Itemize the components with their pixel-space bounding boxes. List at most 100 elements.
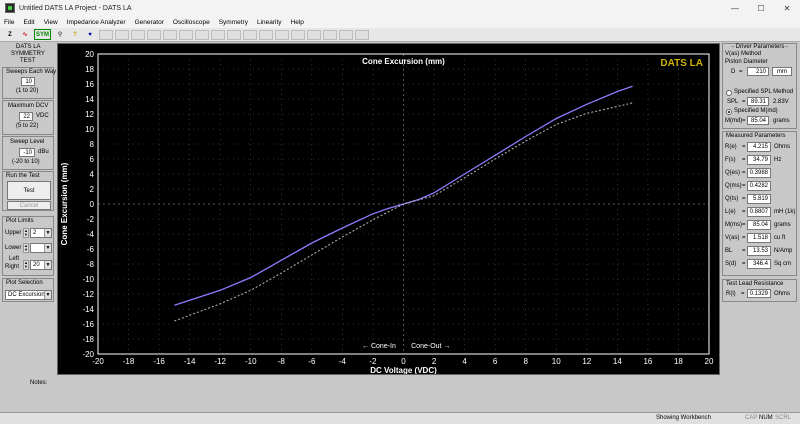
context-help-icon[interactable]: ♥ — [84, 29, 96, 40]
plot-selection-select[interactable]: DC Excursion ▼ — [5, 290, 52, 300]
disabled-tool-icon — [131, 29, 146, 40]
lower-spinner[interactable]: ▲ ▼ — [23, 243, 29, 253]
param-value[interactable]: 13.53 — [747, 246, 771, 256]
x-tick-label: -20 — [92, 357, 104, 366]
chart-title: Cone Excursion (mm) — [362, 57, 445, 66]
leftright-select[interactable]: 20 ▼ — [30, 260, 52, 270]
upper-spinner[interactable]: ▲ ▼ — [23, 228, 29, 238]
x-tick-label: -10 — [245, 357, 257, 366]
x-tick-label: 20 — [705, 357, 714, 366]
param-value[interactable]: 34.79 — [747, 155, 771, 165]
chevron-down-icon[interactable]: ▼ — [44, 261, 51, 269]
x-axis-label: DC Voltage (VDC) — [370, 366, 437, 374]
mmd-method-radio[interactable] — [726, 109, 732, 115]
mmd-method-label: Specified M(md) — [734, 108, 778, 114]
right-label: Right — [5, 264, 20, 270]
help-icon[interactable]: ? — [69, 29, 81, 40]
param-unit: mH (1k) — [774, 209, 796, 215]
param-name: S(d) — [725, 261, 737, 267]
x-tick-label: -8 — [278, 357, 286, 366]
driver-params-group: - Driver Parameters - V(as) Method Pisto… — [722, 43, 797, 129]
menu-symmetry[interactable]: Symmetry — [219, 19, 248, 26]
plot-limits-group: Plot Limits Upper ▲ ▼ 2 ▼ Lower ▲ ▼ ▼ Left… — [2, 216, 54, 276]
y-tick-label: 10 — [85, 125, 94, 134]
param-value[interactable]: 1.518 — [747, 233, 771, 243]
impedance-icon[interactable]: Z — [4, 29, 16, 40]
upper-select[interactable]: 2 ▼ — [30, 228, 52, 238]
sweep-level-input[interactable]: -10 — [19, 148, 35, 157]
left-panel: DATS LA SYMMETRY TEST Sweeps Each Way 10… — [0, 43, 56, 376]
menu-file[interactable]: File — [4, 19, 14, 26]
scrl-indicator: SCRL — [775, 415, 792, 421]
leftright-value: 20 — [33, 262, 40, 268]
chevron-down-icon[interactable]: ▼ — [44, 291, 51, 299]
y-tick-label: -20 — [82, 350, 94, 359]
x-tick-label: -4 — [339, 357, 347, 366]
sine-wave-icon[interactable]: ∿ — [19, 29, 31, 40]
sweeps-input[interactable]: 10 — [21, 77, 35, 86]
lead-input[interactable]: 0.1329 — [747, 289, 771, 298]
disabled-tool-icon — [355, 29, 370, 40]
toolbar: Z ∿ SYM ⚲ ? ♥ — [0, 28, 800, 42]
max-dcv-group: Maximum DCV 22 VDC (5 to 22) — [2, 100, 54, 135]
chevron-down-icon[interactable]: ▼ — [44, 244, 51, 252]
param-name: Q(es) — [725, 170, 740, 176]
x-tick-label: -2 — [369, 357, 377, 366]
symmetry-icon[interactable]: SYM — [34, 29, 52, 40]
disabled-tool-icon — [115, 29, 130, 40]
lead-unit: Ohms — [774, 291, 791, 297]
lower-select[interactable]: ▼ — [30, 243, 52, 253]
param-unit: Hz — [774, 157, 782, 163]
notes-field[interactable] — [55, 379, 795, 409]
param-value[interactable]: 5.819 — [747, 194, 771, 204]
param-name: Q(ms) — [725, 183, 742, 189]
x-tick-label: 18 — [674, 357, 683, 366]
cancel-button[interactable]: Cancel — [7, 201, 51, 210]
menu-generator[interactable]: Generator — [135, 19, 164, 26]
param-value[interactable]: 0.8807 — [747, 207, 771, 217]
menu-edit[interactable]: Edit — [23, 19, 34, 26]
menu-oscilloscope[interactable]: Oscilloscope — [173, 19, 210, 26]
menu-view[interactable]: View — [44, 19, 58, 26]
max-dcv-label: Maximum DCV — [8, 103, 49, 109]
y-tick-label: -14 — [82, 305, 94, 314]
spl-method-radio[interactable] — [726, 90, 732, 96]
chevron-down-icon[interactable]: ▼ — [44, 229, 51, 237]
leftright-spinner[interactable]: ▲ ▼ — [23, 260, 29, 270]
lead-name: R(l) — [726, 291, 736, 297]
right-panel: - Driver Parameters - V(as) Method Pisto… — [720, 43, 800, 376]
close-icon[interactable]: ✕ — [774, 0, 800, 16]
panel-heading-line-3: TEST — [20, 58, 36, 64]
app-icon — [5, 3, 15, 13]
plot-selection-group: Plot Selection DC Excursion ▼ — [2, 278, 54, 302]
run-test-group: Run the Test Test Cancel — [2, 171, 54, 211]
disabled-tool-icon — [99, 29, 114, 40]
param-value[interactable]: 85.04 — [747, 220, 771, 230]
x-tick-label: 10 — [552, 357, 561, 366]
param-value[interactable]: 0.4282 — [747, 181, 771, 191]
menu-help[interactable]: Help — [291, 19, 304, 26]
method-label: V(as) Method — [725, 51, 762, 57]
x-tick-label: -6 — [308, 357, 316, 366]
minimize-icon[interactable]: — — [722, 0, 748, 16]
menu-linearity[interactable]: Linearity — [257, 19, 282, 26]
param-value[interactable]: 4.215 — [747, 142, 771, 152]
lower-label: Lower — [5, 245, 22, 251]
probe-icon[interactable]: ⚲ — [54, 29, 66, 40]
disabled-tool-icon — [323, 29, 338, 40]
spl-input[interactable]: 89.31 — [747, 97, 769, 106]
y-tick-label: 0 — [90, 200, 95, 209]
max-dcv-input[interactable]: 22 — [19, 112, 33, 121]
test-button[interactable]: Test — [7, 181, 51, 200]
piston-input[interactable]: 210 — [747, 67, 769, 76]
y-tick-label: 4 — [90, 170, 95, 179]
y-tick-label: -18 — [82, 335, 94, 344]
maximize-icon[interactable]: ☐ — [748, 0, 774, 16]
mmd-input[interactable]: 85.04 — [747, 116, 769, 125]
sweeps-label: Sweeps Each Way — [6, 69, 57, 75]
x-tick-label: 0 — [401, 357, 406, 366]
param-value[interactable]: 0.3988 — [747, 168, 771, 178]
x-tick-label: -18 — [123, 357, 135, 366]
menu-impedance-analyzer[interactable]: Impedance Analyzer — [67, 19, 126, 26]
param-value[interactable]: 346.4 — [747, 259, 771, 269]
